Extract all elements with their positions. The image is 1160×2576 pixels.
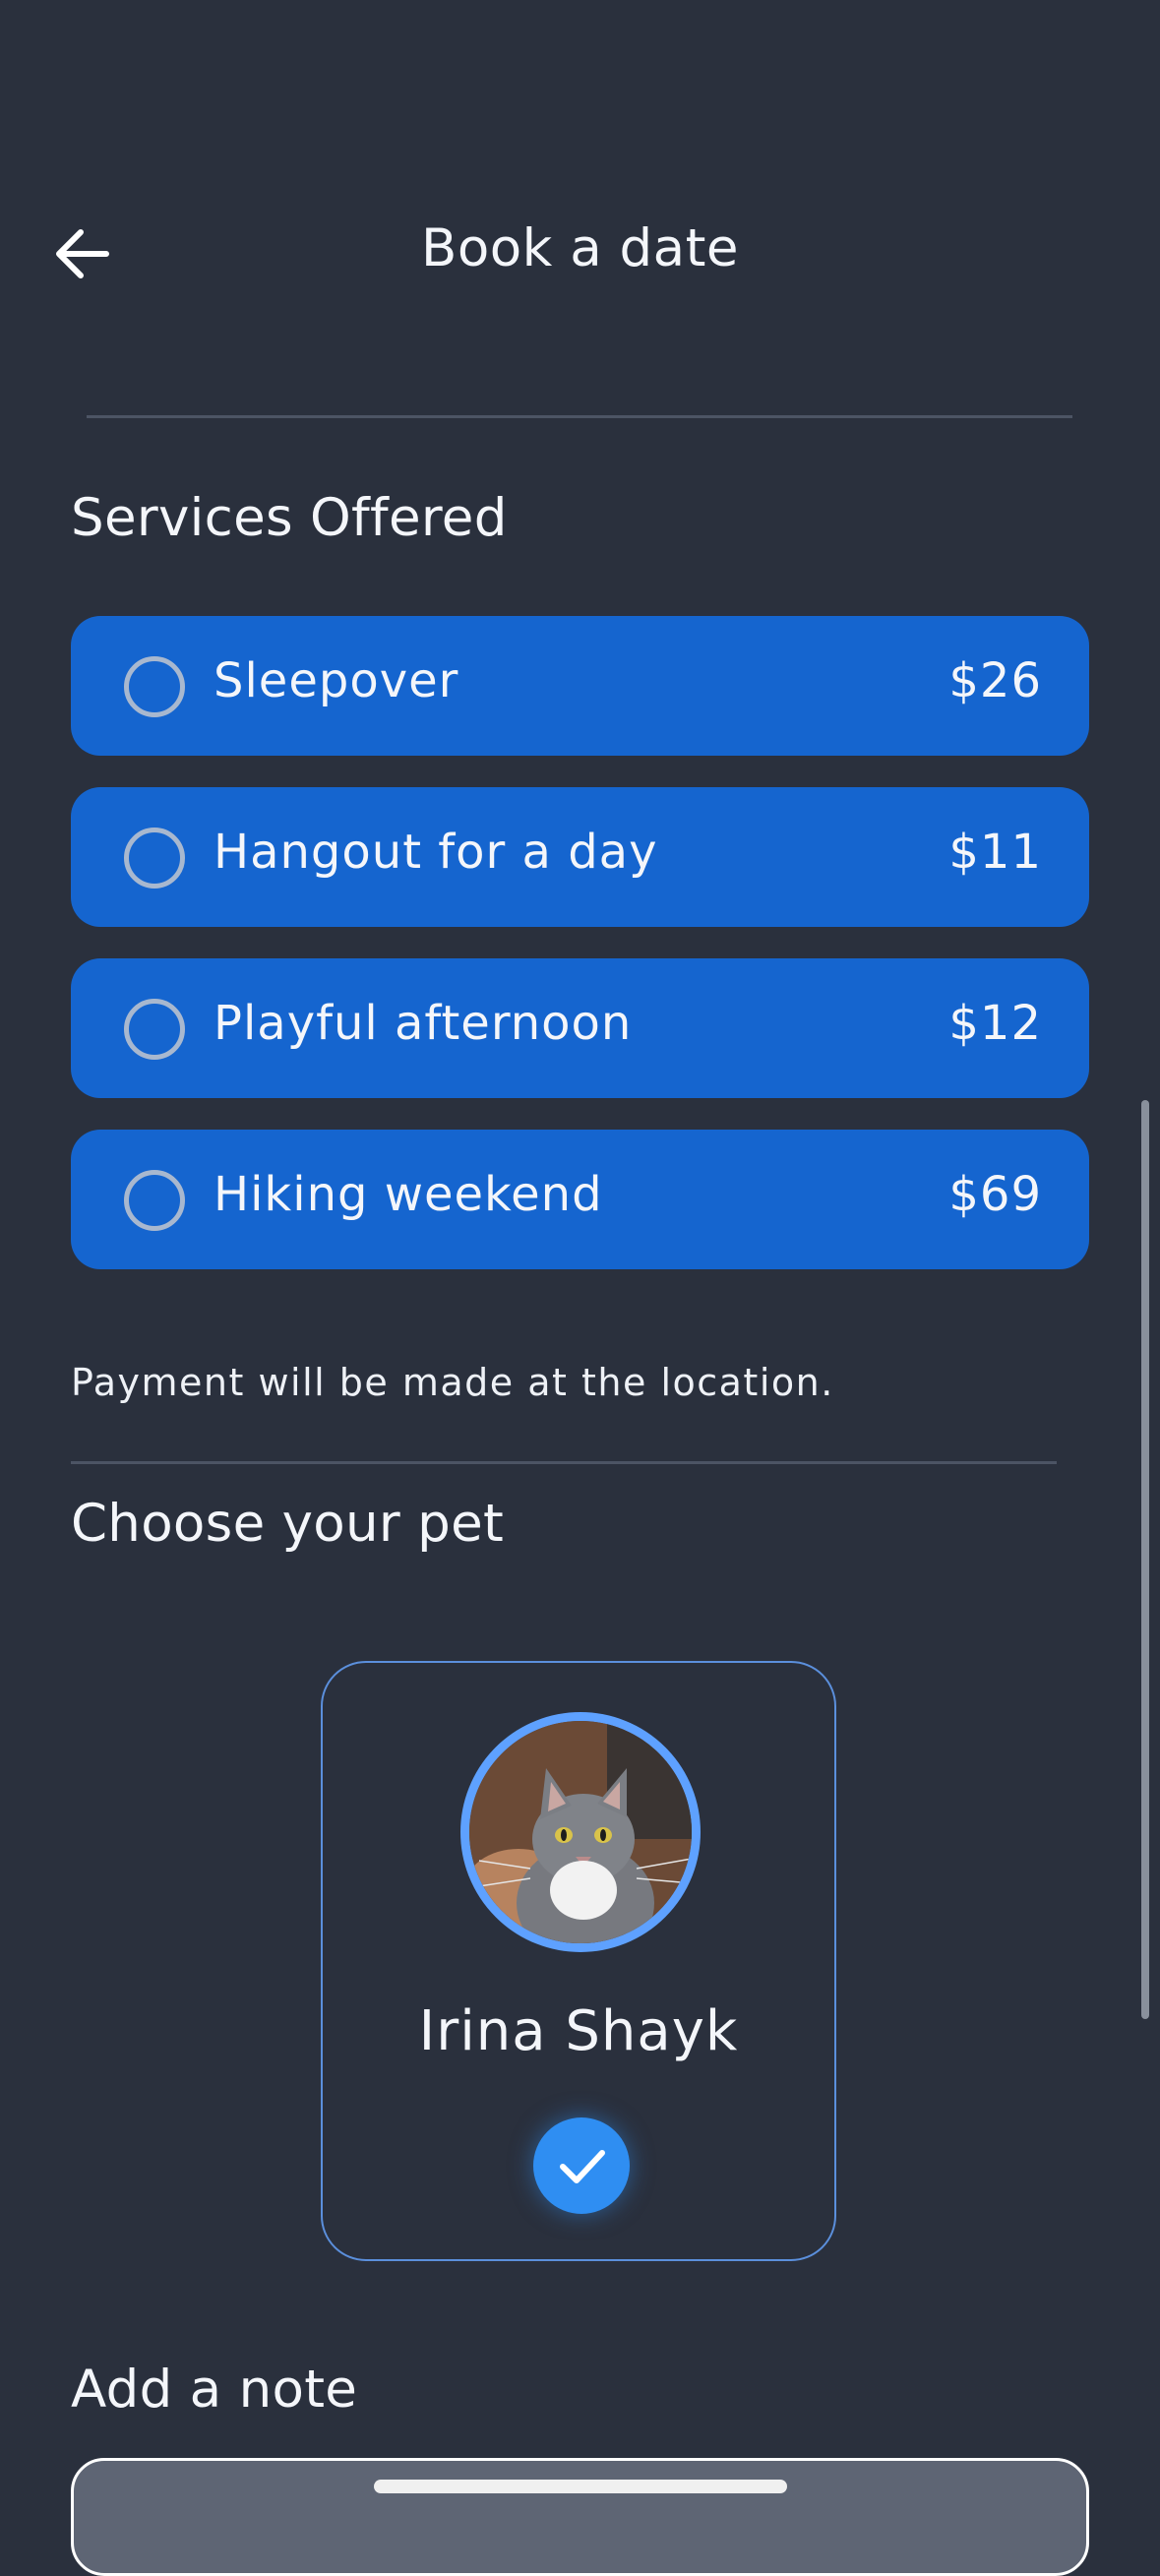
services-list: Sleepover $26 Hangout for a day $11 Play…: [71, 616, 1089, 1301]
radio-unchecked-icon[interactable]: [124, 999, 185, 1060]
service-option-playful-afternoon[interactable]: Playful afternoon $12: [71, 958, 1089, 1098]
pet-card[interactable]: Irina Shayk: [321, 1661, 836, 2261]
service-name: Sleepover: [214, 653, 459, 708]
service-name: Playful afternoon: [214, 996, 633, 1051]
scrollbar[interactable]: [1141, 1100, 1149, 2019]
divider: [87, 415, 1072, 418]
note-heading: Add a note: [71, 2360, 358, 2420]
service-price: $11: [948, 825, 1042, 880]
services-heading: Services Offered: [71, 488, 508, 548]
service-name: Hangout for a day: [214, 825, 658, 880]
service-name: Hiking weekend: [214, 1167, 603, 1222]
service-price: $26: [948, 653, 1042, 708]
radio-unchecked-icon[interactable]: [124, 1170, 185, 1231]
selected-badge[interactable]: [533, 2117, 630, 2214]
payment-note: Payment will be made at the location.: [71, 1361, 834, 1404]
note-input[interactable]: [71, 2458, 1089, 2576]
divider: [71, 1461, 1057, 1464]
home-indicator[interactable]: [374, 2480, 787, 2493]
service-price: $69: [948, 1167, 1042, 1222]
radio-unchecked-icon[interactable]: [124, 828, 185, 889]
service-option-hiking-weekend[interactable]: Hiking weekend $69: [71, 1130, 1089, 1269]
pet-name: Irina Shayk: [418, 1999, 739, 2063]
pet-heading: Choose your pet: [71, 1494, 505, 1554]
pet-avatar: [460, 1712, 701, 1952]
top-bar: Book a date: [0, 177, 1160, 335]
service-price: $12: [948, 996, 1042, 1051]
service-option-sleepover[interactable]: Sleepover $26: [71, 616, 1089, 756]
radio-unchecked-icon[interactable]: [124, 656, 185, 717]
page-title: Book a date: [420, 218, 740, 278]
check-icon: [560, 2150, 605, 2183]
cat-photo-icon: [469, 1721, 692, 1943]
service-option-hangout[interactable]: Hangout for a day $11: [71, 787, 1089, 927]
